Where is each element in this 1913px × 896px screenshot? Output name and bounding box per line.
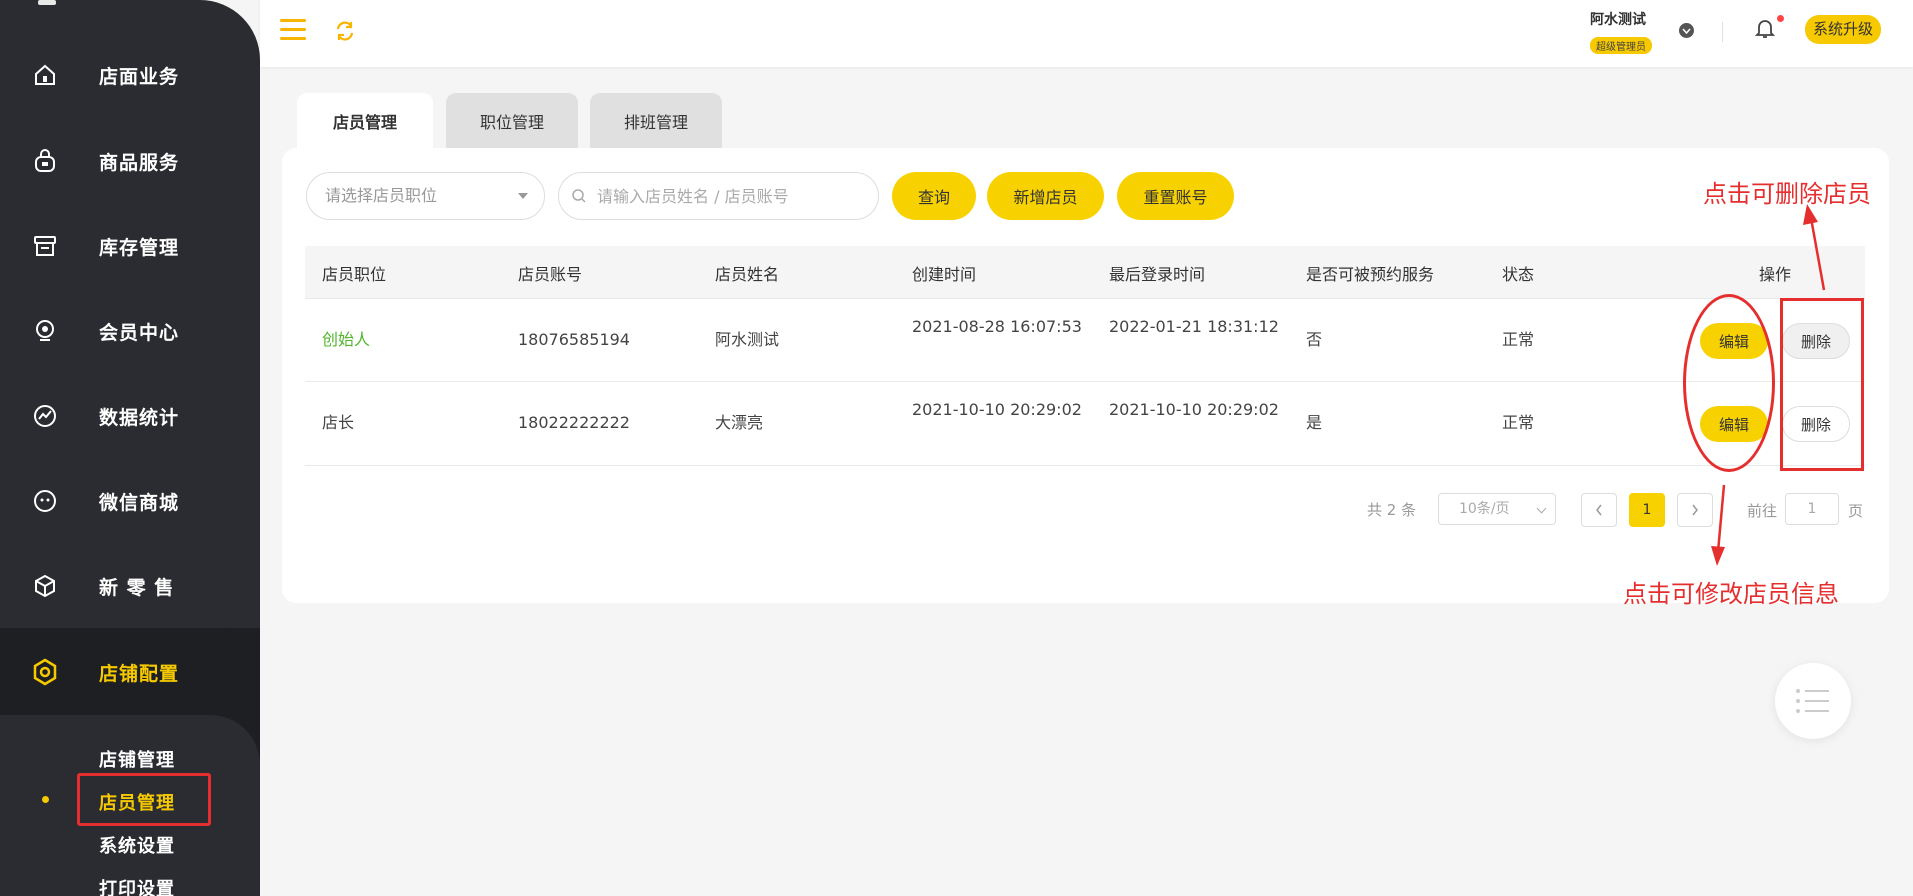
goto-label: 前往 <box>1747 502 1778 520</box>
bag-icon <box>30 146 60 176</box>
column-header: 店员职位 <box>322 265 387 284</box>
settings-icon <box>30 657 60 687</box>
cell-account: 18022222222 <box>518 413 630 432</box>
tab-label: 职位管理 <box>479 113 544 132</box>
pagination-total: 共 2 条 <box>1367 501 1417 519</box>
page-number-current[interactable]: 1 <box>1629 493 1665 527</box>
reset-account-button[interactable]: 重置账号 <box>1117 172 1234 220</box>
sidebar-item-label: 库存管理 <box>99 236 180 259</box>
cell-status: 正常 <box>1502 330 1535 349</box>
cell-last-login: 2021-10-10 20:29:02 <box>1109 400 1279 419</box>
annotation-edit-ellipse <box>1683 294 1775 472</box>
column-header: 操作 <box>1759 265 1792 284</box>
sidebar-top-mark <box>38 0 56 5</box>
chevron-right-icon <box>1692 504 1698 516</box>
notification-dot <box>1777 15 1784 22</box>
active-dot <box>42 796 49 803</box>
row-divider <box>305 298 1865 299</box>
archive-icon <box>30 231 60 261</box>
column-header: 状态 <box>1502 265 1535 284</box>
position-select[interactable]: 请选择店员职位 <box>306 172 545 220</box>
goto-page-input[interactable] <box>1785 493 1839 525</box>
tab-label: 店员管理 <box>332 109 398 134</box>
sidebar-item-statistics[interactable]: 数据统计 <box>0 373 260 459</box>
menu-icon[interactable] <box>280 19 306 41</box>
cell-position: 店长 <box>322 413 355 432</box>
next-page-button[interactable] <box>1677 493 1713 527</box>
cell-position: 创始人 <box>322 330 371 349</box>
cell-name: 阿水测试 <box>715 330 780 349</box>
row-divider <box>305 465 1865 466</box>
floating-list-button[interactable] <box>1775 663 1851 739</box>
sidebar-item-wechat-mall[interactable]: 微信商城 <box>0 458 260 544</box>
cell-bookable: 是 <box>1306 413 1323 432</box>
home-icon <box>30 60 60 90</box>
query-button[interactable]: 查询 <box>892 172 976 220</box>
column-header: 店员账号 <box>518 265 583 284</box>
cell-created: 2021-08-28 16:07:53 <box>912 317 1082 336</box>
sidebar-item-inventory[interactable]: 库存管理 <box>0 203 260 289</box>
refresh-icon[interactable] <box>333 19 357 43</box>
annotation-edit-note: 点击可修改店员信息 <box>1623 580 1839 608</box>
cell-created: 2021-10-10 20:29:02 <box>912 400 1082 419</box>
sidebar-item-member-center[interactable]: 会员中心 <box>0 288 260 374</box>
chevron-left-icon <box>1596 504 1602 516</box>
sidebar-item-label: 店铺配置 <box>99 662 180 685</box>
sidebar-item-label: 店面业务 <box>99 65 180 88</box>
sidebar: 店面业务 商品服务 库存管理 会员中心 数据统计 微信商城 新 零 售 店铺配置… <box>0 0 260 896</box>
annotation-delete-note: 点击可删除店员 <box>1703 180 1871 208</box>
user-role-badge: 超级管理员 <box>1590 37 1652 54</box>
user-name: 阿水测试 <box>1590 12 1646 28</box>
chart-icon <box>30 401 60 431</box>
cell-name: 大漂亮 <box>715 413 764 432</box>
sidebar-item-new-retail[interactable]: 新 零 售 <box>0 543 260 629</box>
sidebar-item-store-business[interactable]: 店面业务 <box>0 32 260 118</box>
page-size-label: 10条/页 <box>1459 501 1510 517</box>
sidebar-item-store-config[interactable]: 店铺配置 <box>0 629 260 715</box>
tab-label: 排班管理 <box>623 113 688 132</box>
list-icon <box>1796 689 1829 713</box>
column-header: 是否可被预约服务 <box>1306 265 1435 284</box>
page-suffix: 页 <box>1848 502 1864 520</box>
cell-account: 18076585194 <box>518 330 630 349</box>
page-size-select[interactable]: 10条/页 <box>1438 493 1556 525</box>
sidebar-sub-item-print-settings[interactable]: 打印设置 <box>99 875 175 896</box>
column-header: 店员姓名 <box>715 265 780 284</box>
prev-page-button[interactable] <box>1581 493 1617 527</box>
sidebar-item-label: 微信商城 <box>99 491 180 514</box>
top-bar: 阿水测试 超级管理员 系统升级 <box>260 0 1913 67</box>
chevron-down-icon[interactable] <box>1679 23 1694 38</box>
sidebar-item-label: 新 零 售 <box>99 576 175 599</box>
annotation-delete-rect <box>1780 298 1864 471</box>
sidebar-item-goods-service[interactable]: 商品服务 <box>0 118 260 204</box>
search-input[interactable] <box>558 172 879 220</box>
sidebar-item-label: 会员中心 <box>99 321 180 344</box>
search-icon <box>571 188 587 204</box>
box-icon <box>30 571 60 601</box>
sidebar-sub-item-system-settings[interactable]: 系统设置 <box>99 832 175 858</box>
cell-status: 正常 <box>1502 413 1535 432</box>
bell-icon[interactable] <box>1754 17 1776 39</box>
sidebar-item-label: 商品服务 <box>99 151 180 174</box>
sidebar-item-label: 数据统计 <box>99 406 180 429</box>
tab-position-manage[interactable]: 职位管理 <box>446 93 578 149</box>
header-divider <box>1722 22 1723 42</box>
tab-staff-manage[interactable]: 店员管理 <box>297 93 433 149</box>
cell-last-login: 2022-01-21 18:31:12 <box>1109 317 1279 336</box>
row-divider <box>305 381 1865 382</box>
cell-bookable: 否 <box>1306 330 1323 349</box>
upgrade-button[interactable]: 系统升级 <box>1805 15 1882 44</box>
sidebar-sub-item-store-manage[interactable]: 店铺管理 <box>99 746 175 772</box>
caret-down-icon <box>518 193 528 199</box>
annotation-highlight-box <box>77 773 211 826</box>
wechat-icon <box>30 486 60 516</box>
add-staff-button[interactable]: 新增店员 <box>987 172 1104 220</box>
member-icon <box>30 316 60 346</box>
tab-schedule-manage[interactable]: 排班管理 <box>590 93 722 149</box>
column-header: 最后登录时间 <box>1109 265 1206 284</box>
column-header: 创建时间 <box>912 265 977 284</box>
chevron-down-icon <box>1536 503 1547 514</box>
